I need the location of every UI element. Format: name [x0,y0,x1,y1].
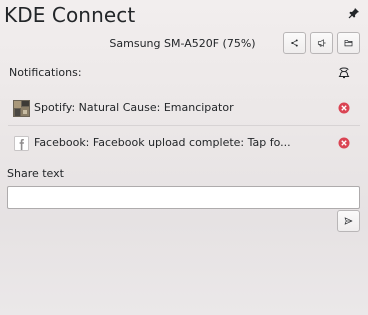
folder-icon [344,40,353,47]
device-name-label: Samsung SM-A520F (75%) [109,37,256,50]
send-button[interactable] [337,210,360,232]
send-icon [344,217,353,225]
bell-clear-icon[interactable] [337,66,351,80]
megaphone-icon [317,39,326,47]
notification-item[interactable]: Spotify: Natural Cause: Emancipator [8,90,360,126]
browse-files-button[interactable] [337,32,360,54]
share-text-input[interactable] [7,186,360,209]
close-icon[interactable] [338,137,350,149]
close-icon[interactable] [338,102,350,114]
share-text-label: Share text [7,167,64,180]
share-icon [291,39,298,47]
window-title: KDE Connect [4,3,136,27]
ring-device-button[interactable] [310,32,333,54]
share-button[interactable] [283,32,306,54]
facebook-app-icon [14,136,29,151]
spotify-app-icon [13,100,30,117]
notification-text: Facebook: Facebook upload complete: Tap … [34,136,291,149]
notification-text: Spotify: Natural Cause: Emancipator [34,101,234,114]
pin-icon[interactable] [348,7,360,19]
notification-item[interactable]: Facebook: Facebook upload complete: Tap … [8,125,360,161]
notifications-header: Notifications: [9,66,82,79]
